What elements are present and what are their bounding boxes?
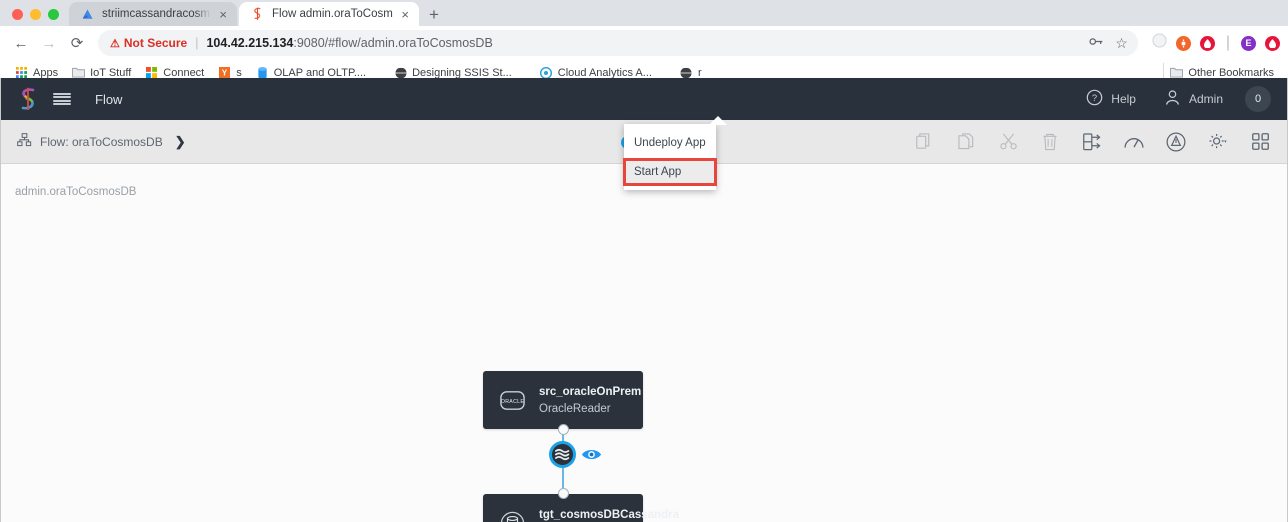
flow-port-target-in[interactable] <box>558 488 569 499</box>
flow-node-target-name: tgt_cosmosDBCassandra <box>539 509 679 521</box>
reload-button[interactable]: ⟳ <box>64 30 90 56</box>
hamburger-icon[interactable] <box>53 93 71 106</box>
close-window-button[interactable] <box>12 9 23 20</box>
eye-preview-icon[interactable] <box>581 447 601 463</box>
bookmark-ssis-label: Designing SSIS St... <box>412 67 512 79</box>
not-secure-badge[interactable]: ⚠ Not Secure <box>110 36 187 50</box>
flow-canvas[interactable]: admin.oraToCosmosDB ORACLE src_oracleOnP… <box>1 164 1287 522</box>
flow-stream-node[interactable] <box>549 441 576 468</box>
browser-tab-2-close-icon[interactable]: × <box>400 8 410 21</box>
new-tab-button[interactable]: + <box>429 6 439 23</box>
extension-gray-icon[interactable] <box>1152 33 1167 53</box>
breadcrumb[interactable]: Flow: oraToCosmosDB ❯ <box>17 133 186 150</box>
browser-toolbar: ← → ⟳ ⚠ Not Secure | 104.42.215.134:9080… <box>0 26 1288 60</box>
delete-trash-icon[interactable] <box>1039 131 1061 153</box>
extension-orange-icon[interactable] <box>1176 36 1191 51</box>
svg-text:ORACLE: ORACLE <box>500 398 523 404</box>
person-icon <box>1164 89 1181 109</box>
copy-icon[interactable] <box>913 131 935 153</box>
forward-button[interactable]: → <box>36 30 62 56</box>
bookmark-cloud-analytics-label: Cloud Analytics A... <box>558 67 652 79</box>
tab-strip: striimcassandracosmos - Data × Flow admi… <box>0 0 1288 26</box>
striim-application: Flow ? Help Admin 0 <box>0 78 1288 522</box>
not-secure-label: Not Secure <box>124 36 187 50</box>
bookmark-connect-label: Connect <box>163 67 204 79</box>
browser-tab-2-title: Flow admin.oraToCosmosDB <box>272 8 393 20</box>
app-grid-icon[interactable] <box>1249 131 1271 153</box>
striim-icon <box>250 7 265 22</box>
omnibox-divider: | <box>193 36 200 50</box>
app-status-menu: Undeploy App Start App <box>624 124 716 190</box>
app-header-right: ? Help Admin 0 <box>1072 86 1271 112</box>
striim-logo-icon[interactable] <box>17 87 39 111</box>
extension-icons: | E <box>1146 33 1280 53</box>
stream-waves-icon <box>555 448 571 461</box>
other-bookmarks-label: Other Bookmarks <box>1188 67 1274 79</box>
back-button[interactable]: ← <box>8 30 34 56</box>
oracle-icon: ORACLE <box>497 385 527 415</box>
user-label: Admin <box>1189 92 1223 106</box>
bookmark-r-label: r <box>698 67 702 79</box>
svg-text:?: ? <box>1092 93 1097 104</box>
database-icon <box>497 508 527 522</box>
flow-action-icons <box>913 131 1271 153</box>
flow-tree-icon <box>17 133 32 150</box>
notification-count-badge[interactable]: 0 <box>1245 86 1271 112</box>
breadcrumb-chevron-icon[interactable]: ❯ <box>175 134 186 150</box>
maximize-window-button[interactable] <box>48 9 59 20</box>
bookmark-iot-stuff-label: IoT Stuff <box>90 67 131 79</box>
url-host: 104.42.215.134 <box>206 36 293 50</box>
settings-gear-icon[interactable] <box>1207 131 1229 153</box>
help-label: Help <box>1111 92 1136 106</box>
breadcrumb-label: Flow: oraToCosmosDB <box>40 135 163 149</box>
svg-text:Y: Y <box>222 69 228 78</box>
deploy-icon[interactable] <box>1081 131 1103 153</box>
url-path: :9080/#flow/admin.oraToCosmosDB <box>293 36 492 50</box>
flow-port-source-out[interactable] <box>558 424 569 435</box>
browser-tab-1-close-icon[interactable]: × <box>218 8 228 21</box>
browser-tab-2[interactable]: Flow admin.oraToCosmosDB × <box>239 2 419 26</box>
question-circle-icon: ? <box>1086 89 1103 109</box>
bookmark-olap-label: OLAP and OLTP.... <box>274 67 366 79</box>
duplicate-icon[interactable] <box>955 131 977 153</box>
extension-divider: | <box>1224 34 1232 52</box>
menu-item-undeploy-app[interactable]: Undeploy App <box>624 130 716 156</box>
extension-red-icon[interactable] <box>1200 36 1215 51</box>
menu-item-start-app[interactable]: Start App <box>623 158 717 186</box>
browser-tab-1-title: striimcassandracosmos - Data <box>102 8 211 20</box>
app-title: Flow <box>95 92 122 107</box>
cut-scissors-icon[interactable] <box>997 131 1019 153</box>
app-header: Flow ? Help Admin 0 <box>1 78 1287 120</box>
window-controls[interactable] <box>8 9 69 26</box>
warning-triangle-icon: ⚠ <box>110 37 120 50</box>
minimize-window-button[interactable] <box>30 9 41 20</box>
flow-node-source-type: OracleReader <box>539 403 641 415</box>
bookmark-apps-label: Apps <box>33 67 58 79</box>
profile-avatar[interactable]: E <box>1241 36 1256 51</box>
flow-node-source[interactable]: ORACLE src_oracleOnPrem OracleReader <box>483 371 643 429</box>
bookmark-yahoo-label: s <box>236 67 242 79</box>
bookmark-star-icon[interactable]: ☆ <box>1115 35 1128 52</box>
password-key-icon[interactable] <box>1089 35 1104 51</box>
user-menu-button[interactable]: Admin <box>1150 89 1237 109</box>
dropdown-arrow <box>709 116 727 125</box>
flow-namespace-label: admin.oraToCosmosDB <box>15 186 136 198</box>
browser-window: striimcassandracosmos - Data × Flow admi… <box>0 0 1288 522</box>
extension-red-2-icon[interactable] <box>1265 36 1280 51</box>
alert-bell-icon[interactable] <box>1165 131 1187 153</box>
monitor-gauge-icon[interactable] <box>1123 131 1145 153</box>
browser-tab-1[interactable]: striimcassandracosmos - Data × <box>69 2 237 26</box>
azure-icon <box>80 7 95 22</box>
help-button[interactable]: ? Help <box>1072 89 1150 109</box>
address-bar[interactable]: ⚠ Not Secure | 104.42.215.134:9080/#flow… <box>98 30 1138 56</box>
flow-node-source-name: src_oracleOnPrem <box>539 386 641 398</box>
url-text: 104.42.215.134:9080/#flow/admin.oraToCos… <box>206 36 492 50</box>
